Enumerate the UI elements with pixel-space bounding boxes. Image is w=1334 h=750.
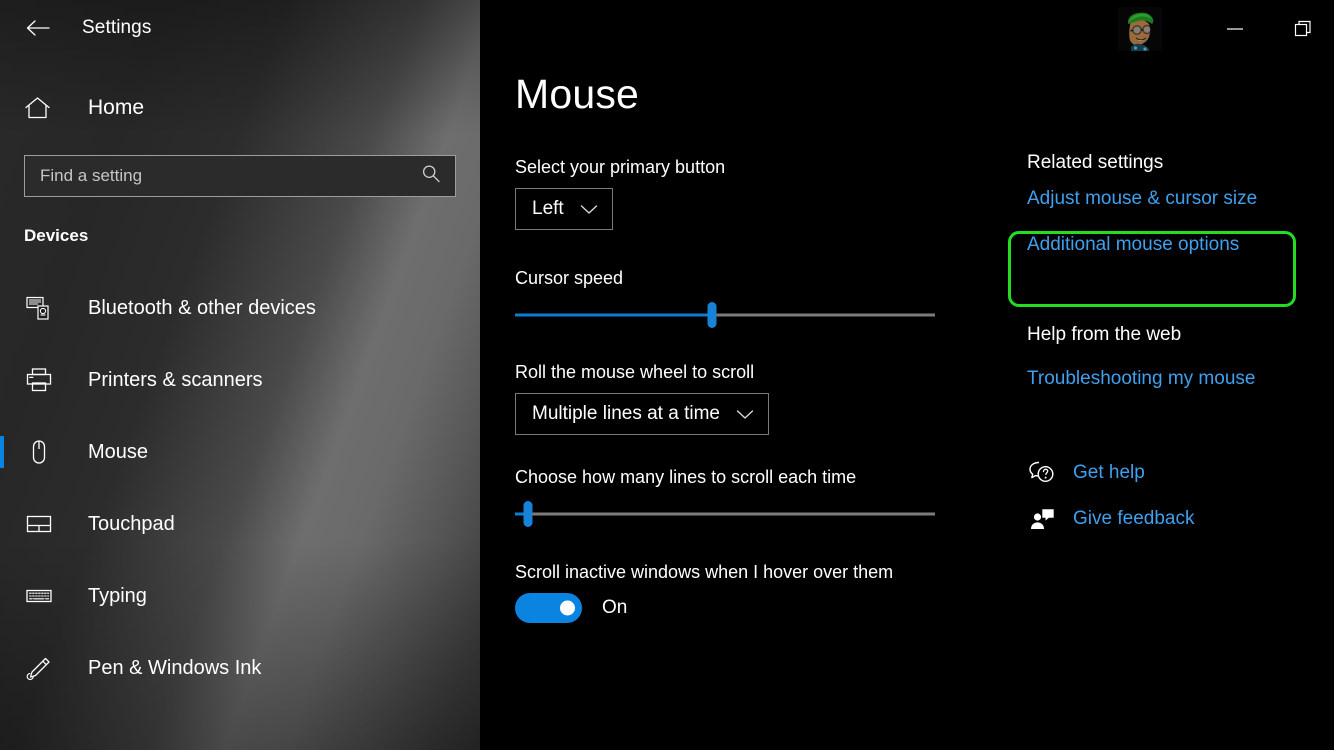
wheel-scroll-dropdown[interactable]: Multiple lines at a time: [515, 393, 769, 435]
sidebar: Settings Home Devices: [0, 0, 480, 750]
sidebar-item-mouse[interactable]: Mouse: [0, 416, 480, 488]
lines-to-scroll-section: Choose how many lines to scroll each tim…: [515, 467, 975, 530]
mouse-icon: [24, 437, 54, 467]
help-from-web-header: Help from the web: [1027, 324, 1327, 346]
sidebar-item-bluetooth-other-devices[interactable]: Bluetooth & other devices: [0, 272, 480, 344]
page-title: Mouse: [515, 74, 975, 115]
sidebar-item-label: Printers & scanners: [88, 369, 263, 392]
minimize-button[interactable]: [1212, 13, 1258, 45]
user-avatar-image: [1118, 7, 1162, 51]
feedback-person-icon: [1027, 506, 1057, 532]
bluetooth-devices-icon: [24, 293, 54, 323]
sidebar-item-pen-windows-ink[interactable]: Pen & Windows Ink: [0, 632, 480, 704]
sidebar-nav: Bluetooth & other devices Printers & sca…: [0, 272, 480, 704]
give-feedback-link[interactable]: Give feedback: [1073, 508, 1194, 530]
settings-content: Mouse Select your primary button Left Cu…: [515, 74, 975, 623]
sidebar-item-label: Touchpad: [88, 513, 175, 536]
get-help-row[interactable]: Get help: [1027, 452, 1327, 494]
touchpad-icon: [24, 509, 54, 539]
primary-button-label: Select your primary button: [515, 157, 975, 178]
scroll-inactive-section: Scroll inactive windows when I hover ove…: [515, 562, 975, 623]
lines-to-scroll-label: Choose how many lines to scroll each tim…: [515, 467, 975, 488]
cursor-speed-slider[interactable]: [515, 299, 935, 331]
selection-indicator: [0, 436, 4, 468]
scroll-inactive-toggle-row: On: [515, 593, 975, 623]
sidebar-group-header: Devices: [24, 226, 480, 246]
search-box[interactable]: [24, 155, 456, 197]
help-from-web-block: Help from the web Troubleshooting my mou…: [1027, 324, 1327, 390]
cursor-speed-section: Cursor speed: [515, 268, 975, 331]
give-feedback-row[interactable]: Give feedback: [1027, 498, 1327, 540]
cursor-speed-label: Cursor speed: [515, 268, 975, 289]
link-troubleshooting-my-mouse[interactable]: Troubleshooting my mouse: [1027, 368, 1327, 390]
link-adjust-mouse-cursor-size[interactable]: Adjust mouse & cursor size: [1027, 188, 1327, 210]
back-arrow-icon: [25, 18, 51, 38]
scroll-inactive-state: On: [602, 597, 627, 619]
sidebar-item-label: Typing: [88, 585, 147, 608]
lines-to-scroll-slider[interactable]: [515, 498, 935, 530]
restore-icon: [1291, 17, 1315, 41]
sidebar-item-printers-scanners[interactable]: Printers & scanners: [0, 344, 480, 416]
help-actions-block: Get help Give feedback: [1027, 452, 1327, 540]
slider-fill: [515, 314, 712, 317]
chevron-down-icon: [580, 204, 598, 215]
related-settings-rail: Related settings Adjust mouse & cursor s…: [1027, 152, 1327, 540]
avatar[interactable]: [1118, 7, 1162, 51]
toggle-knob: [560, 601, 575, 616]
highlight-spacer: Additional mouse options: [1027, 229, 1327, 266]
get-help-link[interactable]: Get help: [1073, 462, 1145, 484]
related-settings-header: Related settings: [1027, 152, 1327, 174]
slider-track: [515, 513, 935, 516]
wheel-scroll-label: Roll the mouse wheel to scroll: [515, 362, 975, 383]
wheel-scroll-value: Multiple lines at a time: [532, 403, 720, 425]
scroll-inactive-toggle[interactable]: [515, 593, 582, 623]
restore-button[interactable]: [1280, 13, 1326, 45]
window-titlebar-controls: [480, 0, 1334, 58]
printer-icon: [24, 365, 54, 395]
sidebar-item-label: Pen & Windows Ink: [88, 657, 261, 680]
settings-window: Settings Home Devices: [0, 0, 1334, 750]
main-pane: Mouse Select your primary button Left Cu…: [480, 0, 1334, 750]
sidebar-item-typing[interactable]: Typing: [0, 560, 480, 632]
link-additional-mouse-options[interactable]: Additional mouse options: [1027, 229, 1327, 256]
primary-button-dropdown[interactable]: Left: [515, 188, 613, 230]
keyboard-icon: [24, 581, 54, 611]
home-icon: [24, 96, 54, 120]
sidebar-item-label: Bluetooth & other devices: [88, 297, 316, 320]
minimize-icon: [1224, 23, 1246, 35]
search-input[interactable]: [25, 156, 455, 196]
slider-thumb[interactable]: [523, 501, 532, 527]
wheel-scroll-section: Roll the mouse wheel to scroll Multiple …: [515, 362, 975, 435]
home-label: Home: [88, 96, 144, 120]
primary-button-section: Select your primary button Left: [515, 157, 975, 230]
pen-icon: [24, 653, 54, 683]
slider-thumb[interactable]: [708, 302, 717, 328]
question-bubble-icon: [1027, 460, 1057, 486]
scroll-inactive-label: Scroll inactive windows when I hover ove…: [515, 562, 975, 583]
primary-button-value: Left: [532, 198, 564, 220]
sidebar-item-home[interactable]: Home: [0, 85, 480, 131]
back-button[interactable]: [14, 8, 62, 48]
sidebar-item-touchpad[interactable]: Touchpad: [0, 488, 480, 560]
app-title: Settings: [82, 17, 151, 39]
sidebar-item-label: Mouse: [88, 441, 148, 464]
left-titlebar: Settings: [0, 0, 480, 56]
chevron-down-icon: [736, 409, 754, 420]
